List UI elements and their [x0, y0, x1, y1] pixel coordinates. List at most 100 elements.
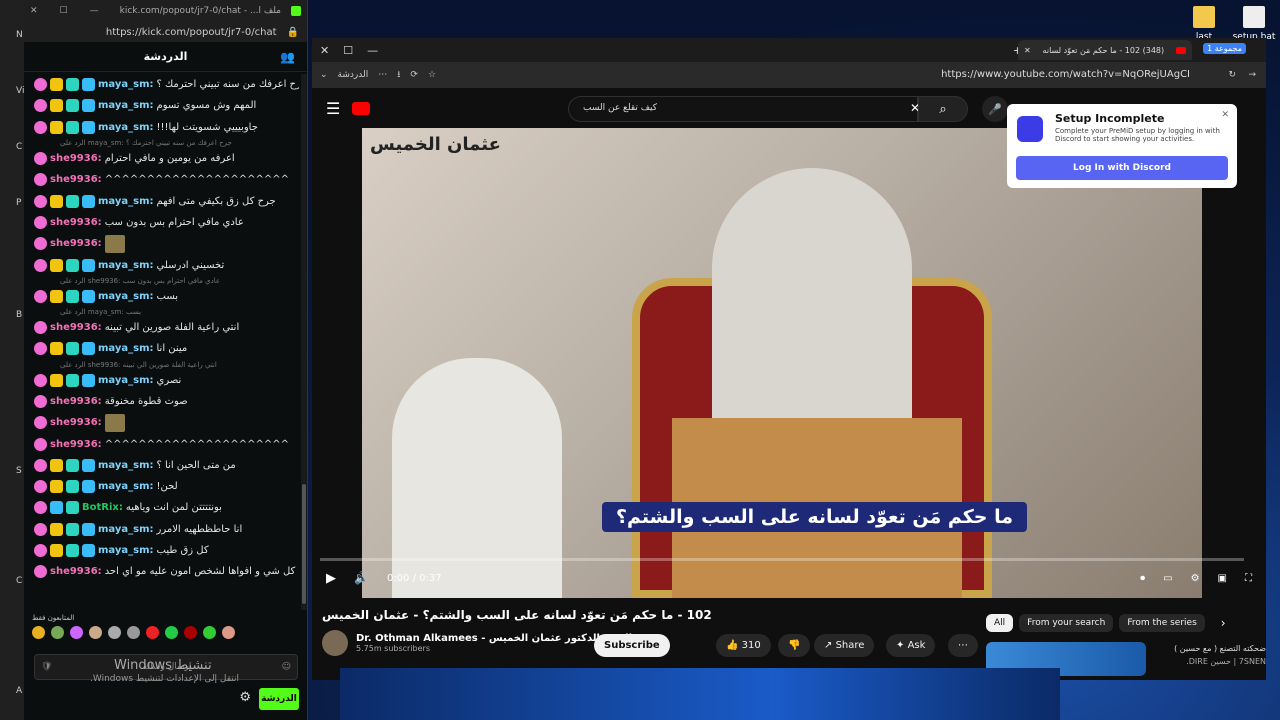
dislike-button[interactable]: 👎 — [778, 634, 811, 657]
chat-url-bar[interactable]: https://kick.com/popout/jr7-0/chat 🔒 — [24, 22, 307, 42]
chat-message[interactable]: maya_sm: بسب — [24, 286, 299, 307]
chat-message[interactable]: maya_sm: كل زق طيب — [24, 540, 299, 561]
chat-message[interactable]: maya_sm: جرح اعرفك من سنه تبيني احترمك ؟ — [24, 74, 299, 95]
menu-icon[interactable]: ☰ — [326, 99, 340, 118]
chat-message[interactable]: maya_sm: انا حاطظطهيه الامرر — [24, 519, 299, 540]
more-actions-button[interactable]: ⋯ — [948, 634, 978, 657]
more-icon[interactable]: ⋯ — [378, 70, 387, 80]
share-button[interactable]: ↗ Share — [814, 634, 875, 657]
bookmark-label[interactable]: الدردشة — [338, 70, 369, 80]
chat-message[interactable]: maya_sm: من متى الحين انا ؟ — [24, 455, 299, 476]
chat-username[interactable]: maya_sm: — [98, 375, 154, 386]
chat-message[interactable]: maya_sm: المهم وش مسوي تسوم — [24, 95, 299, 116]
chat-message[interactable]: maya_sm: جاوبيييي شسويتت لها!!! — [24, 117, 299, 138]
chat-username[interactable]: she9936: — [50, 322, 102, 333]
chat-username[interactable]: maya_sm: — [98, 79, 154, 90]
chat-username[interactable]: she9936: — [50, 417, 102, 428]
close-icon[interactable]: ✕ — [1221, 110, 1229, 120]
miniplayer-icon[interactable]: ▣ — [1218, 573, 1227, 584]
related-video-info[interactable]: ضحكته التصنع ( مع حسين ) 7SNEN | حسين DI… — [1150, 644, 1266, 666]
chat-username[interactable]: maya_sm: — [98, 196, 154, 207]
chat-username[interactable]: she9936: — [50, 238, 102, 249]
chat-scrollbar[interactable] — [301, 74, 307, 610]
chat-message[interactable]: BotRix: بونتتتتن لمن انت وياهيه — [24, 497, 299, 518]
chat-message[interactable]: she9936: — [24, 412, 299, 433]
chevron-right-icon[interactable]: › — [1211, 614, 1236, 632]
chat-message[interactable]: she9936: صوت قطوة مخنوقة — [24, 391, 299, 412]
channel-name[interactable]: Dr. Othman Alkamees - الشيخ الدكتور عثما… — [356, 633, 632, 644]
chevron-down-icon[interactable]: ⌄ — [320, 70, 328, 80]
like-button[interactable]: 👍 310 — [716, 634, 771, 657]
desktop-icon-setup[interactable]: setup.bat — [1226, 6, 1280, 42]
captions-icon[interactable]: ▭ — [1163, 573, 1172, 584]
chat-username[interactable]: maya_sm: — [98, 481, 154, 492]
minimize-icon[interactable]: — — [90, 6, 99, 16]
chat-message[interactable]: she9936: عادي مافي احترام بس بدون سب — [24, 212, 299, 233]
chat-username[interactable]: maya_sm: — [98, 291, 154, 302]
tab-youtube[interactable]: (348) 102 - ما حكم مَن تعوّد لسانه ✕ — [1018, 40, 1192, 60]
chat-username[interactable]: she9936: — [50, 396, 102, 407]
play-icon[interactable]: ▶ — [326, 571, 336, 586]
close-tab-icon[interactable]: ✕ — [1024, 46, 1031, 55]
desktop-icon-folder[interactable]: last — [1176, 6, 1232, 42]
back-icon[interactable]: → — [1248, 70, 1256, 80]
volume-icon[interactable]: 🔊 — [354, 571, 369, 585]
gear-icon[interactable]: ⚙ — [239, 690, 251, 705]
reload-icon[interactable]: ↻ — [1228, 70, 1236, 80]
chat-message[interactable]: she9936: انتي راعية الفلة صورين الي تبينه — [24, 317, 299, 338]
discord-login-button[interactable]: Log In with Discord — [1016, 156, 1228, 180]
chat-username[interactable]: maya_sm: — [98, 545, 154, 556]
chat-username[interactable]: maya_sm: — [98, 524, 154, 535]
channel-avatar[interactable] — [322, 630, 348, 656]
tab-group-label[interactable]: مجموعة 1 — [1203, 43, 1246, 54]
video-player[interactable]: عثمان الخميس ما حكم مَن تعوّد لسانه على … — [362, 128, 1202, 598]
chip-all[interactable]: All — [986, 614, 1014, 632]
chat-username[interactable]: maya_sm: — [98, 260, 154, 271]
youtube-logo[interactable] — [352, 101, 371, 115]
chat-message[interactable]: maya_sm: تخسيني ادرسلي — [24, 254, 299, 275]
download-icon[interactable]: ⭳ — [397, 67, 400, 83]
star-icon[interactable]: ☆ — [428, 70, 436, 80]
emoji-icon[interactable]: ☺ — [282, 662, 291, 672]
chat-username[interactable]: maya_sm: — [98, 122, 154, 133]
send-chat-button[interactable]: الدردشة — [259, 688, 299, 710]
search-icon[interactable]: ⌕ — [918, 96, 968, 122]
chat-username[interactable]: maya_sm: — [98, 343, 154, 354]
chat-username[interactable]: she9936: — [50, 566, 102, 577]
chat-message[interactable]: she9936:شوف انا حدي كل شي و افواها لشخص … — [24, 561, 299, 582]
close-icon[interactable]: ✕ — [30, 6, 38, 16]
badge-icon — [50, 373, 63, 387]
address-bar[interactable]: ⌄ الدردشة ⋯ ⭳ ⟳ ☆ https://www.youtube.co… — [312, 62, 1266, 88]
address-url[interactable]: https://www.youtube.com/watch?v=NqORejUA… — [941, 69, 1190, 80]
maximize-icon[interactable]: ☐ — [343, 44, 353, 57]
close-icon[interactable]: ✕ — [320, 44, 329, 57]
mic-icon[interactable]: 🎤 — [982, 96, 1008, 122]
chat-username[interactable]: she9936: — [50, 153, 102, 164]
maximize-icon[interactable]: ☐ — [60, 6, 68, 16]
chat-username[interactable]: she9936: — [50, 217, 102, 228]
fullscreen-icon[interactable]: ⛶ — [1245, 573, 1252, 584]
chip-from-search[interactable]: From your search — [1019, 614, 1114, 632]
users-icon[interactable]: 👥 — [280, 50, 295, 64]
subscribe-button[interactable]: Subscribe — [594, 634, 670, 657]
chat-username[interactable]: maya_sm: — [98, 460, 154, 471]
ask-button[interactable]: ✦ Ask — [886, 634, 936, 657]
search-input[interactable]: كيف تقلع عن السب — [568, 96, 918, 122]
refresh-ext-icon[interactable]: ⟳ — [410, 70, 418, 80]
chat-username[interactable]: she9936: — [50, 174, 102, 185]
settings-icon[interactable]: ⚙ — [1191, 573, 1200, 584]
chat-message[interactable]: maya_sm: لحن! — [24, 476, 299, 497]
chip-from-series[interactable]: From the series — [1119, 614, 1205, 632]
autoplay-toggle[interactable]: ⏺ — [1140, 573, 1145, 584]
chat-username[interactable]: she9936: — [50, 439, 102, 450]
chat-message[interactable]: maya_sm: مينن انا — [24, 338, 299, 359]
chat-message[interactable]: she9936: ^^^^^^^^^^^^^^^^^^^^^^ — [24, 169, 299, 190]
chat-username[interactable]: BotRix: — [82, 502, 123, 513]
chat-message[interactable]: maya_sm: جرح كل زق بكيفي متى افهم — [24, 190, 299, 211]
chat-message[interactable]: she9936: ^^^^^^^^^^^^^^^^^^^^^^ — [24, 433, 299, 454]
minimize-icon[interactable]: — — [367, 44, 378, 57]
chat-username[interactable]: maya_sm: — [98, 100, 154, 111]
chat-message[interactable]: she9936: اعرفه من يومين و مافي احترام — [24, 148, 299, 169]
chat-message[interactable]: maya_sm: نصري — [24, 370, 299, 391]
chat-message[interactable]: she9936: — [24, 233, 299, 254]
